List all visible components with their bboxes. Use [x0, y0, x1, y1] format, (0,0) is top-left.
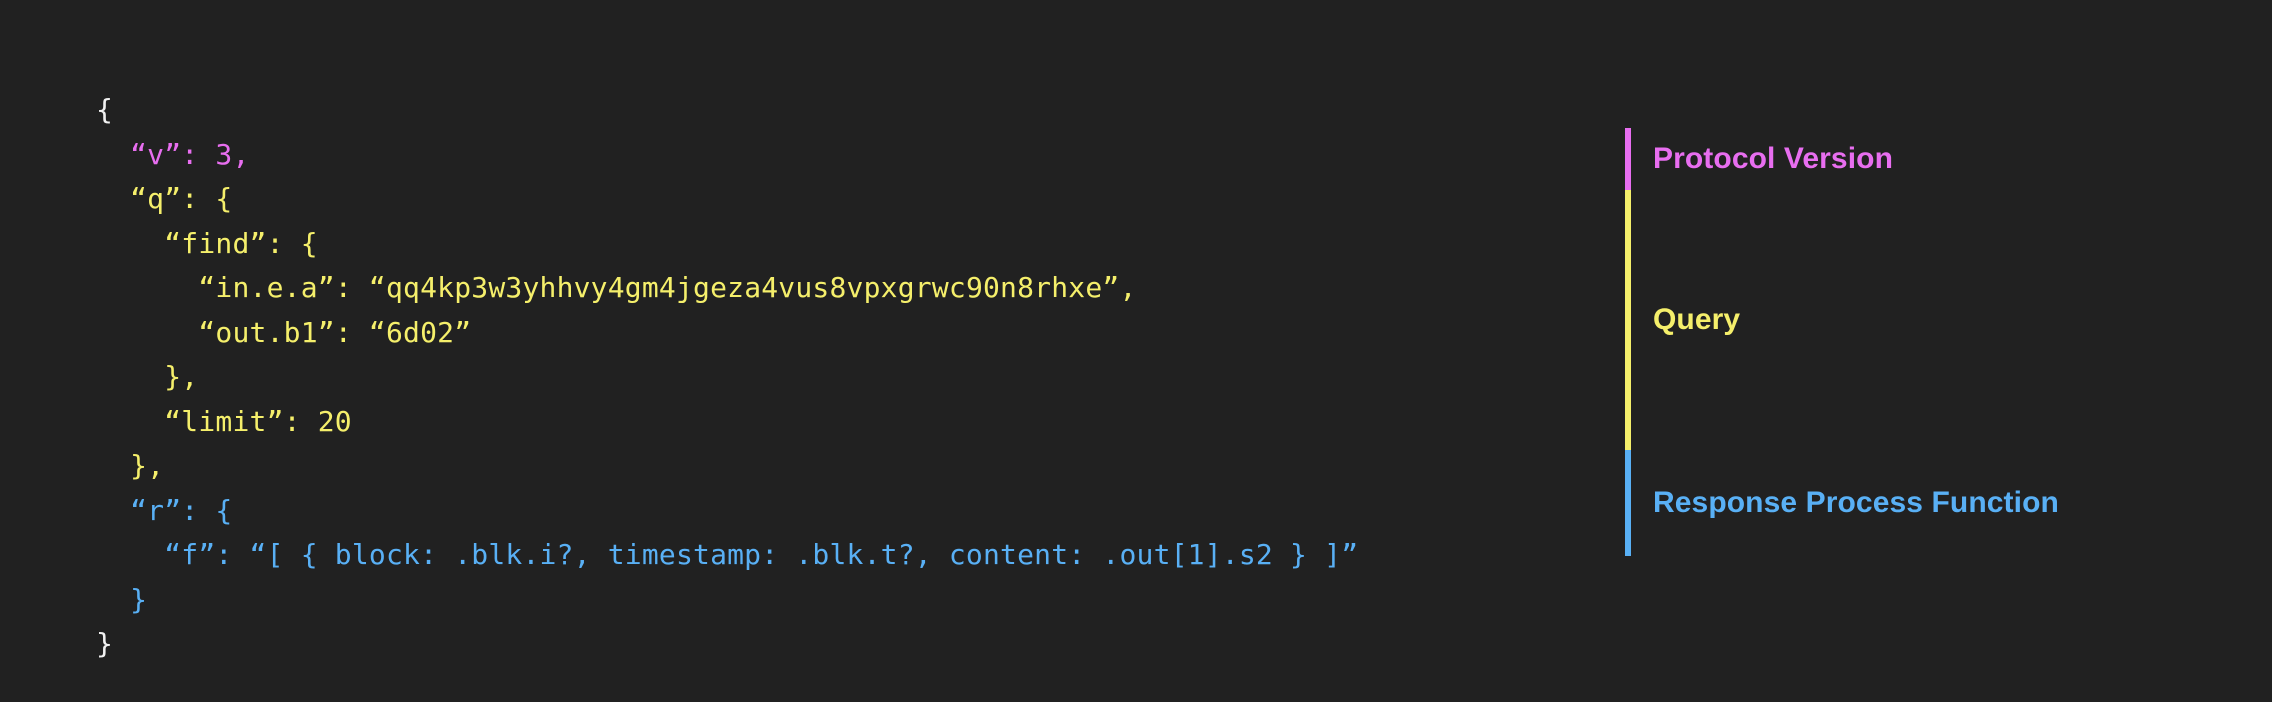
- code-line: “find”: {: [96, 222, 1358, 267]
- code-line: },: [96, 444, 1358, 489]
- code-line: “v”: 3,: [96, 133, 1358, 178]
- code-token: “r”: {: [130, 493, 233, 527]
- code-line: “f”: “[ { block: .blk.i?, timestamp: .bl…: [96, 533, 1358, 578]
- code-token: “q”: {: [130, 182, 233, 215]
- code-token: },: [164, 360, 199, 393]
- code-line: }: [96, 622, 1358, 667]
- code-token: “f”: “[ { block: .blk.i?, timestamp: .bl…: [164, 538, 1359, 571]
- code-line: “r”: {: [96, 489, 1358, 534]
- code-token: “find”: {: [164, 226, 318, 260]
- code-line: {: [96, 88, 1358, 133]
- code-token: },: [130, 449, 165, 482]
- annotation-rail: Protocol Version Query Response Process Fu…: [1625, 128, 2225, 556]
- code-token: “in.e.a”: “qq4kp3w3yhhvy4gm4jgeza4vus8vp…: [198, 271, 1137, 304]
- annotation-response-process-function: Response Process Function: [1625, 450, 2225, 556]
- code-line: },: [96, 355, 1358, 400]
- code-token: }: [96, 627, 114, 660]
- code-token: “out.b1”: “6d02”: [198, 315, 472, 349]
- annotation-label-query: Query: [1653, 303, 1741, 336]
- json-code-block: { “v”: 3, “q”: { “find”: { “in.e.a”: “qq…: [96, 88, 1358, 667]
- code-line: “q”: {: [96, 177, 1358, 222]
- code-line: “limit”: 20: [96, 400, 1358, 445]
- annotation-label-response-process-function: Response Process Function: [1653, 486, 2059, 519]
- code-line: }: [96, 578, 1358, 623]
- annotation-protocol-version: Protocol Version: [1625, 128, 2225, 190]
- code-token: }: [130, 582, 148, 616]
- code-token: 3,: [215, 137, 250, 171]
- code-line: “out.b1”: “6d02”: [96, 311, 1358, 356]
- annotation-label-protocol-version: Protocol Version: [1653, 142, 1893, 175]
- code-token: {: [96, 93, 114, 126]
- annotation-query: Query: [1625, 190, 2225, 450]
- code-line: “in.e.a”: “qq4kp3w3yhhvy4gm4jgeza4vus8vp…: [96, 266, 1358, 311]
- code-token: “v”:: [130, 137, 216, 171]
- code-token: “limit”: 20: [164, 404, 352, 438]
